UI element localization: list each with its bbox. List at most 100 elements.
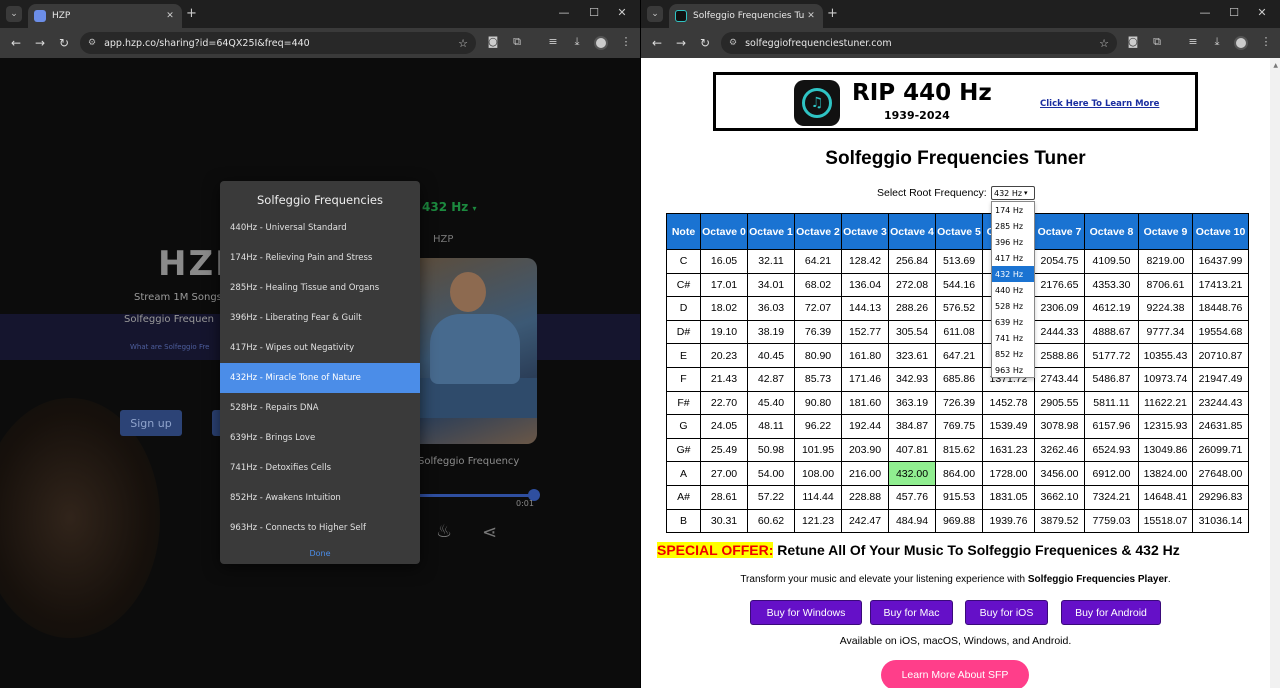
learn-more-link[interactable]: Click Here To Learn More	[1040, 99, 1159, 109]
tab-solfeggio[interactable]: Solfeggio Frequencies Tuner ✕	[669, 4, 823, 28]
frequency-cell: 32.11	[747, 249, 795, 274]
dropdown-option[interactable]: 417 Hz	[992, 250, 1034, 266]
dropdown-option[interactable]: 396 Hz	[992, 234, 1034, 250]
new-tab-icon[interactable]: +	[827, 6, 838, 21]
frequency-cell: 30.31	[700, 508, 748, 534]
frequency-cell: 42.87	[747, 366, 795, 392]
bookmark-star-icon[interactable]: ☆	[458, 37, 468, 50]
frequency-option[interactable]: 963Hz - Connects to Higher Self	[220, 513, 420, 543]
frequency-cell: 915.53	[935, 484, 983, 510]
profile-avatar[interactable]	[1234, 36, 1248, 50]
frequency-cell: 13049.86	[1138, 437, 1193, 463]
frequency-cell: 17413.21	[1192, 272, 1249, 298]
menu-kebab-icon[interactable]: ⋮	[1258, 35, 1274, 48]
dropdown-option[interactable]: 741 Hz	[992, 330, 1034, 346]
dropdown-option[interactable]: 528 Hz	[992, 298, 1034, 314]
done-button[interactable]: Done	[220, 549, 420, 558]
close-icon[interactable]: ✕	[164, 11, 176, 21]
close-icon[interactable]: ✕	[805, 11, 817, 21]
download-icon[interactable]: ⤓	[1209, 35, 1225, 49]
reload-icon[interactable]: ↻	[693, 36, 717, 50]
forward-icon[interactable]: →	[669, 36, 693, 50]
frequency-option[interactable]: 432Hz - Miracle Tone of Nature	[220, 363, 420, 393]
menu-kebab-icon[interactable]: ⋮	[618, 35, 634, 48]
back-icon[interactable]: ←	[4, 36, 28, 50]
dropdown-option[interactable]: 639 Hz	[992, 314, 1034, 330]
frequency-option[interactable]: 285Hz - Healing Tissue and Organs	[220, 273, 420, 303]
buy-windows-button[interactable]: Buy for Windows	[750, 600, 862, 625]
dropdown-option[interactable]: 285 Hz	[992, 218, 1034, 234]
frequency-cell: 4888.67	[1084, 319, 1139, 345]
frequency-cell: 9224.38	[1138, 296, 1193, 321]
frequency-option[interactable]: 396Hz - Liberating Fear & Guilt	[220, 303, 420, 333]
maximize-icon[interactable]: ☐	[586, 6, 602, 19]
frequency-cell: 28.61	[700, 484, 748, 510]
window-close-icon[interactable]: ✕	[1254, 6, 1270, 19]
frequency-cell: 216.00	[841, 461, 889, 486]
extensions-icon[interactable]: ⧉	[509, 35, 525, 49]
dropdown-option[interactable]: 963 Hz	[992, 362, 1034, 378]
frequency-option[interactable]: 639Hz - Brings Love	[220, 423, 420, 453]
dropdown-option[interactable]: 174 Hz	[992, 202, 1034, 218]
buy-mac-button[interactable]: Buy for Mac	[870, 600, 953, 625]
progress-bar[interactable]	[420, 494, 534, 497]
bookmark-star-icon[interactable]: ☆	[1099, 37, 1109, 50]
frequency-option[interactable]: 741Hz - Detoxifies Cells	[220, 453, 420, 483]
media-icon[interactable]: ≡	[1185, 35, 1201, 48]
column-header: Octave 0	[700, 213, 748, 250]
reload-icon[interactable]: ↻	[52, 36, 76, 50]
column-header: Octave 10	[1192, 213, 1249, 250]
new-tab-icon[interactable]: +	[186, 6, 197, 21]
flame-icon[interactable]: ♨	[436, 521, 452, 542]
dropdown-option[interactable]: 432 Hz	[992, 266, 1034, 282]
tab-hzp[interactable]: HZP ✕	[28, 4, 182, 28]
frequency-option[interactable]: 852Hz - Awakens Intuition	[220, 483, 420, 513]
dropdown-option[interactable]: 440 Hz	[992, 282, 1034, 298]
media-icon[interactable]: ≡	[545, 35, 561, 48]
camera-icon[interactable]: ◙	[1125, 35, 1141, 48]
frequency-cell: 6524.93	[1084, 437, 1139, 463]
share-icon[interactable]: ⋖	[482, 522, 497, 543]
forward-icon[interactable]: →	[28, 36, 52, 50]
frequency-cell: 228.88	[841, 484, 889, 510]
frequency-cell: 8706.61	[1138, 272, 1193, 298]
maximize-icon[interactable]: ☐	[1226, 6, 1242, 19]
frequency-cell: 10973.74	[1138, 366, 1193, 392]
signup-button[interactable]: Sign up	[120, 410, 182, 436]
dropdown-option[interactable]: 852 Hz	[992, 346, 1034, 362]
banner-title: RIP 440 Hz	[852, 80, 992, 106]
buy-android-button[interactable]: Buy for Android	[1061, 600, 1161, 625]
note-cell: F#	[666, 390, 701, 416]
back-icon[interactable]: ←	[645, 36, 669, 50]
frequency-cell: 3456.00	[1034, 461, 1085, 486]
what-are-solfeggio-link[interactable]: What are Solfeggio Fre	[130, 343, 210, 351]
frequency-cell: 72.07	[794, 296, 842, 321]
frequency-option[interactable]: 440Hz - Universal Standard	[220, 213, 420, 243]
profile-avatar[interactable]	[594, 36, 608, 50]
site-info-icon[interactable]: ⚙	[729, 38, 737, 48]
minimize-icon[interactable]: —	[1197, 6, 1213, 19]
scroll-up-icon[interactable]: ▲	[1273, 62, 1278, 69]
frequency-cell: 864.00	[935, 461, 983, 486]
tab-search-icon[interactable]: ⌄	[6, 6, 22, 22]
caret-down-icon: ▾	[472, 204, 477, 213]
rip-440-banner[interactable]: ♫ RIP 440 Hz 1939-2024 Click Here To Lea…	[713, 72, 1198, 131]
tab-search-icon[interactable]: ⌄	[647, 6, 663, 22]
minimize-icon[interactable]: —	[556, 6, 572, 19]
frequency-option[interactable]: 528Hz - Repairs DNA	[220, 393, 420, 423]
download-icon[interactable]: ⤓	[569, 35, 585, 49]
site-info-icon[interactable]: ⚙	[88, 38, 96, 48]
extensions-icon[interactable]: ⧉	[1149, 35, 1165, 49]
address-bar[interactable]: ⚙ app.hzp.co/sharing?id=64QX25I&freq=440…	[80, 32, 476, 54]
frequency-cell: 36.03	[747, 296, 795, 321]
frequency-option[interactable]: 417Hz - Wipes out Negativity	[220, 333, 420, 363]
scrollbar[interactable]: ▲	[1270, 58, 1280, 688]
camera-icon[interactable]: ◙	[485, 35, 501, 48]
frequency-selector[interactable]: 432 Hz ▾	[422, 200, 476, 214]
buy-ios-button[interactable]: Buy for iOS	[965, 600, 1048, 625]
address-bar[interactable]: ⚙ solfeggiofrequenciestuner.com ☆	[721, 32, 1117, 54]
window-close-icon[interactable]: ✕	[614, 6, 630, 19]
root-frequency-select[interactable]: 432 Hz ▾	[991, 186, 1035, 200]
learn-more-sfp-button[interactable]: Learn More About SFP	[881, 660, 1029, 688]
frequency-option[interactable]: 174Hz - Relieving Pain and Stress	[220, 243, 420, 273]
